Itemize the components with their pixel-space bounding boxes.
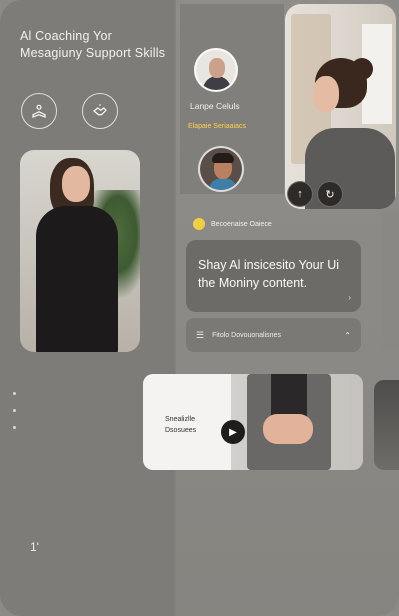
dot[interactable]: [13, 426, 16, 429]
option-label: Fitolo Dovouonalisnes: [212, 331, 281, 339]
option-row[interactable]: ☰ Fitolo Dovouonalisnes ⌃: [186, 318, 361, 352]
prompt-text: Shay Al insicesito Your Ui the Moniny co…: [198, 258, 340, 290]
info-card[interactable]: Snealizlle Dsosuees: [143, 374, 233, 470]
avatar-secondary[interactable]: [198, 146, 244, 192]
dot[interactable]: [13, 409, 16, 412]
card-text-line2: Dsosuees: [165, 427, 197, 434]
reader-icon: [32, 104, 46, 118]
sync-icon: ↻: [325, 188, 335, 201]
prompt-card[interactable]: Shay Al insicesito Your Ui the Moniny co…: [186, 240, 361, 312]
card-text-line1: Snealizlle: [165, 416, 195, 423]
app-frame: Al Coaching Yor Mesagiuny Support Skills: [0, 0, 399, 616]
profile-name: Lanpe Celuls: [190, 101, 240, 111]
play-button[interactable]: ▶: [221, 420, 245, 444]
status-row: Becoenaise Oaiece: [193, 218, 272, 230]
handshake-button[interactable]: [82, 93, 118, 129]
handshake-icon: [93, 104, 107, 116]
pagination-dots: [13, 392, 16, 429]
play-icon: ▶: [229, 426, 237, 438]
right-edge-panel: [382, 210, 399, 350]
dot[interactable]: [13, 392, 16, 395]
status-label: Becoenaise Oaiece: [211, 220, 272, 228]
sync-button[interactable]: ↻: [317, 181, 343, 207]
reader-button[interactable]: [21, 93, 57, 129]
left-panel: Al Coaching Yor Mesagiuny Support Skills: [0, 0, 176, 616]
status-icon: [193, 218, 205, 230]
coach-photo-portrait: [20, 150, 140, 352]
edge-photo: [374, 380, 399, 470]
bottom-glyph: 1': [30, 540, 39, 554]
arrow-up-button[interactable]: ↑: [287, 181, 313, 207]
prompt-send-icon[interactable]: ›: [348, 293, 351, 302]
chevron-icon[interactable]: ⌃: [344, 331, 351, 340]
option-icon: ☰: [196, 329, 205, 340]
arrow-up-icon: ↑: [297, 188, 303, 200]
profile-role: Elapaie Seriaaiacs: [188, 123, 246, 130]
avatar[interactable]: [194, 48, 238, 92]
coach-photo-hands: [231, 374, 363, 470]
page-title: Al Coaching Yor Mesagiuny Support Skills: [20, 29, 166, 60]
coach-photo-side: [285, 4, 396, 209]
